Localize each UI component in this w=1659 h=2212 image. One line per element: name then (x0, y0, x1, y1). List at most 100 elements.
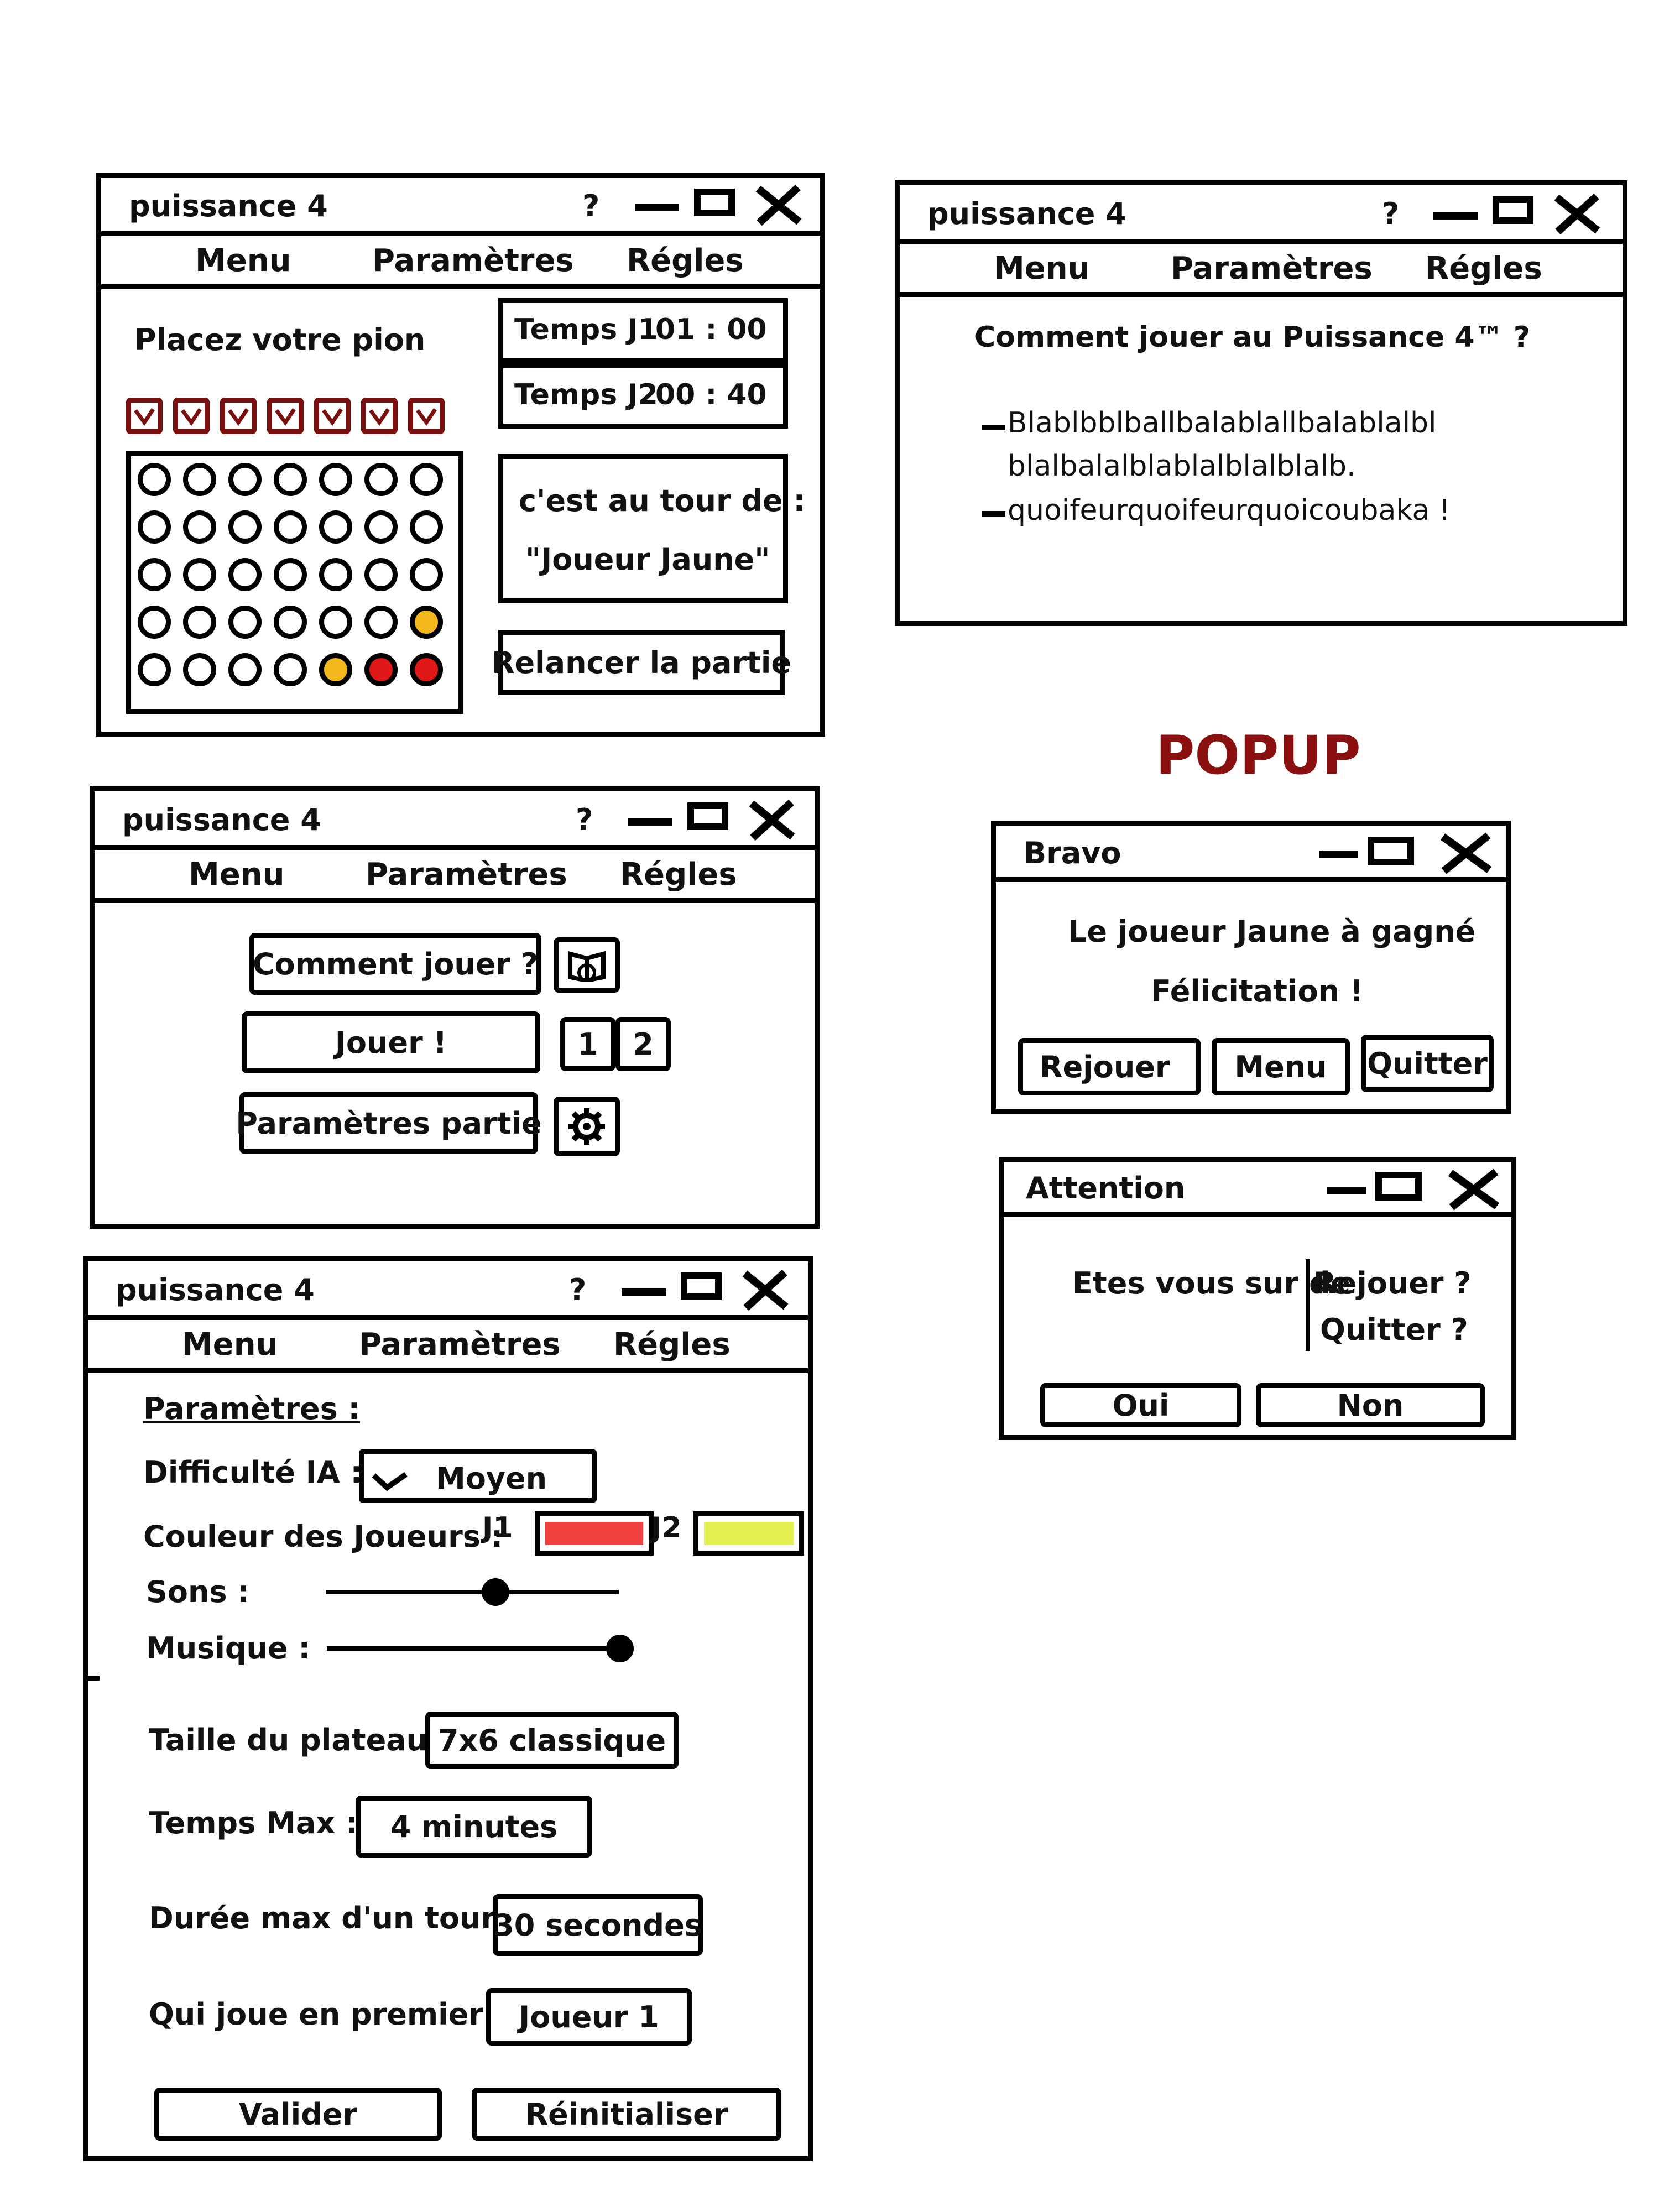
no-button[interactable]: Non (1256, 1383, 1485, 1427)
help-icon[interactable]: ? (1382, 196, 1399, 231)
board-cell[interactable] (138, 463, 171, 496)
maximize-icon[interactable] (1374, 1171, 1424, 1204)
maximize-icon[interactable] (1366, 836, 1416, 869)
board-cell[interactable] (274, 510, 307, 544)
board-cell[interactable] (364, 653, 398, 686)
board-cell[interactable] (138, 558, 171, 591)
board-cell[interactable] (138, 653, 171, 686)
board-cell[interactable] (319, 510, 352, 544)
close-icon[interactable] (740, 1268, 790, 1312)
maximize-icon[interactable] (686, 801, 731, 834)
column-drop-button[interactable] (220, 398, 257, 434)
help-icon[interactable]: ? (569, 1272, 586, 1307)
board-cell[interactable] (364, 606, 398, 639)
board-cell[interactable] (228, 463, 262, 496)
board-cell[interactable] (183, 653, 216, 686)
menu-item-regles[interactable]: Régles (627, 243, 744, 279)
menu-item-parametres[interactable]: Paramètres (372, 243, 574, 279)
minimize-icon[interactable] (1431, 203, 1480, 225)
board-cell[interactable] (274, 606, 307, 639)
option-rejouer[interactable]: Rejouer ? (1313, 1266, 1472, 1301)
replay-button[interactable]: Rejouer (1018, 1038, 1201, 1095)
board-cell[interactable] (319, 653, 352, 686)
close-icon[interactable] (754, 183, 804, 227)
game-board[interactable] (126, 451, 463, 714)
j2-color-picker[interactable] (693, 1511, 804, 1556)
two-players-button[interactable]: 2 (615, 1017, 671, 1071)
slider-thumb[interactable] (482, 1578, 510, 1606)
menu-item-menu[interactable]: Menu (182, 1327, 278, 1363)
sounds-slider[interactable] (326, 1575, 619, 1609)
board-cell[interactable] (274, 558, 307, 591)
menu-item-menu[interactable]: Menu (994, 251, 1089, 286)
board-cell[interactable] (364, 558, 398, 591)
menu-item-parametres[interactable]: Paramètres (366, 857, 567, 893)
quit-button[interactable]: Quitter (1361, 1035, 1494, 1092)
board-cell[interactable] (228, 653, 262, 686)
board-size-field[interactable]: 7x6 classique (425, 1712, 679, 1769)
board-cell[interactable] (183, 606, 216, 639)
restart-button[interactable]: Relancer la partie (492, 630, 791, 695)
board-cell[interactable] (319, 606, 352, 639)
board-cell[interactable] (228, 510, 262, 544)
menu-item-parametres[interactable]: Paramètres (359, 1327, 561, 1363)
maximize-icon[interactable] (680, 1271, 724, 1305)
column-drop-button[interactable] (314, 398, 351, 434)
help-icon[interactable]: ? (576, 802, 593, 837)
board-cell[interactable] (183, 558, 216, 591)
how-to-play-button[interactable]: Comment jouer ? (249, 933, 541, 995)
close-icon[interactable] (1446, 1167, 1501, 1212)
help-icon[interactable]: ? (582, 189, 599, 223)
one-player-button[interactable]: 1 (560, 1017, 615, 1071)
column-drop-button[interactable] (267, 398, 304, 434)
game-settings-button[interactable]: Paramètres partie (236, 1092, 542, 1154)
close-icon[interactable] (1438, 831, 1494, 875)
column-drop-button[interactable] (126, 398, 163, 434)
menu-item-parametres[interactable]: Paramètres (1171, 251, 1373, 286)
slider-thumb[interactable] (606, 1635, 634, 1662)
menu-item-regles[interactable]: Régles (1425, 251, 1542, 286)
column-drop-button[interactable] (408, 398, 445, 434)
board-cell[interactable] (138, 606, 171, 639)
menu-button[interactable]: Menu (1212, 1038, 1350, 1095)
board-cell[interactable] (183, 463, 216, 496)
menu-item-menu[interactable]: Menu (195, 243, 291, 279)
minimize-icon[interactable] (625, 809, 675, 831)
board-cell[interactable] (274, 463, 307, 496)
board-cell[interactable] (364, 463, 398, 496)
board-cell[interactable] (228, 558, 262, 591)
board-cell[interactable] (410, 606, 443, 639)
column-drop-button[interactable] (173, 398, 210, 434)
validate-button[interactable]: Valider (154, 2088, 442, 2141)
menu-item-regles[interactable]: Régles (620, 857, 737, 893)
minimize-icon[interactable] (632, 194, 682, 216)
close-icon[interactable] (1552, 192, 1602, 236)
difficulty-select[interactable]: Moyen (359, 1449, 597, 1503)
column-drop-button[interactable] (361, 398, 398, 434)
option-quitter[interactable]: Quitter ? (1320, 1312, 1468, 1347)
board-cell[interactable] (410, 558, 443, 591)
board-cell[interactable] (410, 463, 443, 496)
music-slider[interactable] (327, 1632, 634, 1665)
maximize-icon[interactable] (1491, 195, 1536, 228)
max-time-field[interactable]: 4 minutes (356, 1796, 592, 1858)
maximize-icon[interactable] (693, 187, 737, 221)
board-cell[interactable] (138, 510, 171, 544)
game-settings-gear-button[interactable] (554, 1097, 620, 1156)
minimize-icon[interactable] (1317, 842, 1361, 864)
board-cell[interactable] (274, 653, 307, 686)
board-cell[interactable] (364, 510, 398, 544)
board-cell[interactable] (183, 510, 216, 544)
rules-book-button[interactable] (554, 937, 620, 993)
first-player-field[interactable]: Joueur 1 (486, 1988, 692, 2046)
board-cell[interactable] (319, 463, 352, 496)
board-cell[interactable] (410, 653, 443, 686)
reset-button[interactable]: Réinitialiser (472, 2088, 781, 2141)
yes-button[interactable]: Oui (1040, 1383, 1241, 1427)
minimize-icon[interactable] (1324, 1178, 1369, 1201)
turn-time-field[interactable]: 30 secondes (493, 1894, 703, 1956)
board-cell[interactable] (319, 558, 352, 591)
minimize-icon[interactable] (619, 1279, 669, 1301)
play-button[interactable]: Jouer ! (242, 1011, 540, 1073)
j1-color-picker[interactable] (535, 1511, 654, 1556)
